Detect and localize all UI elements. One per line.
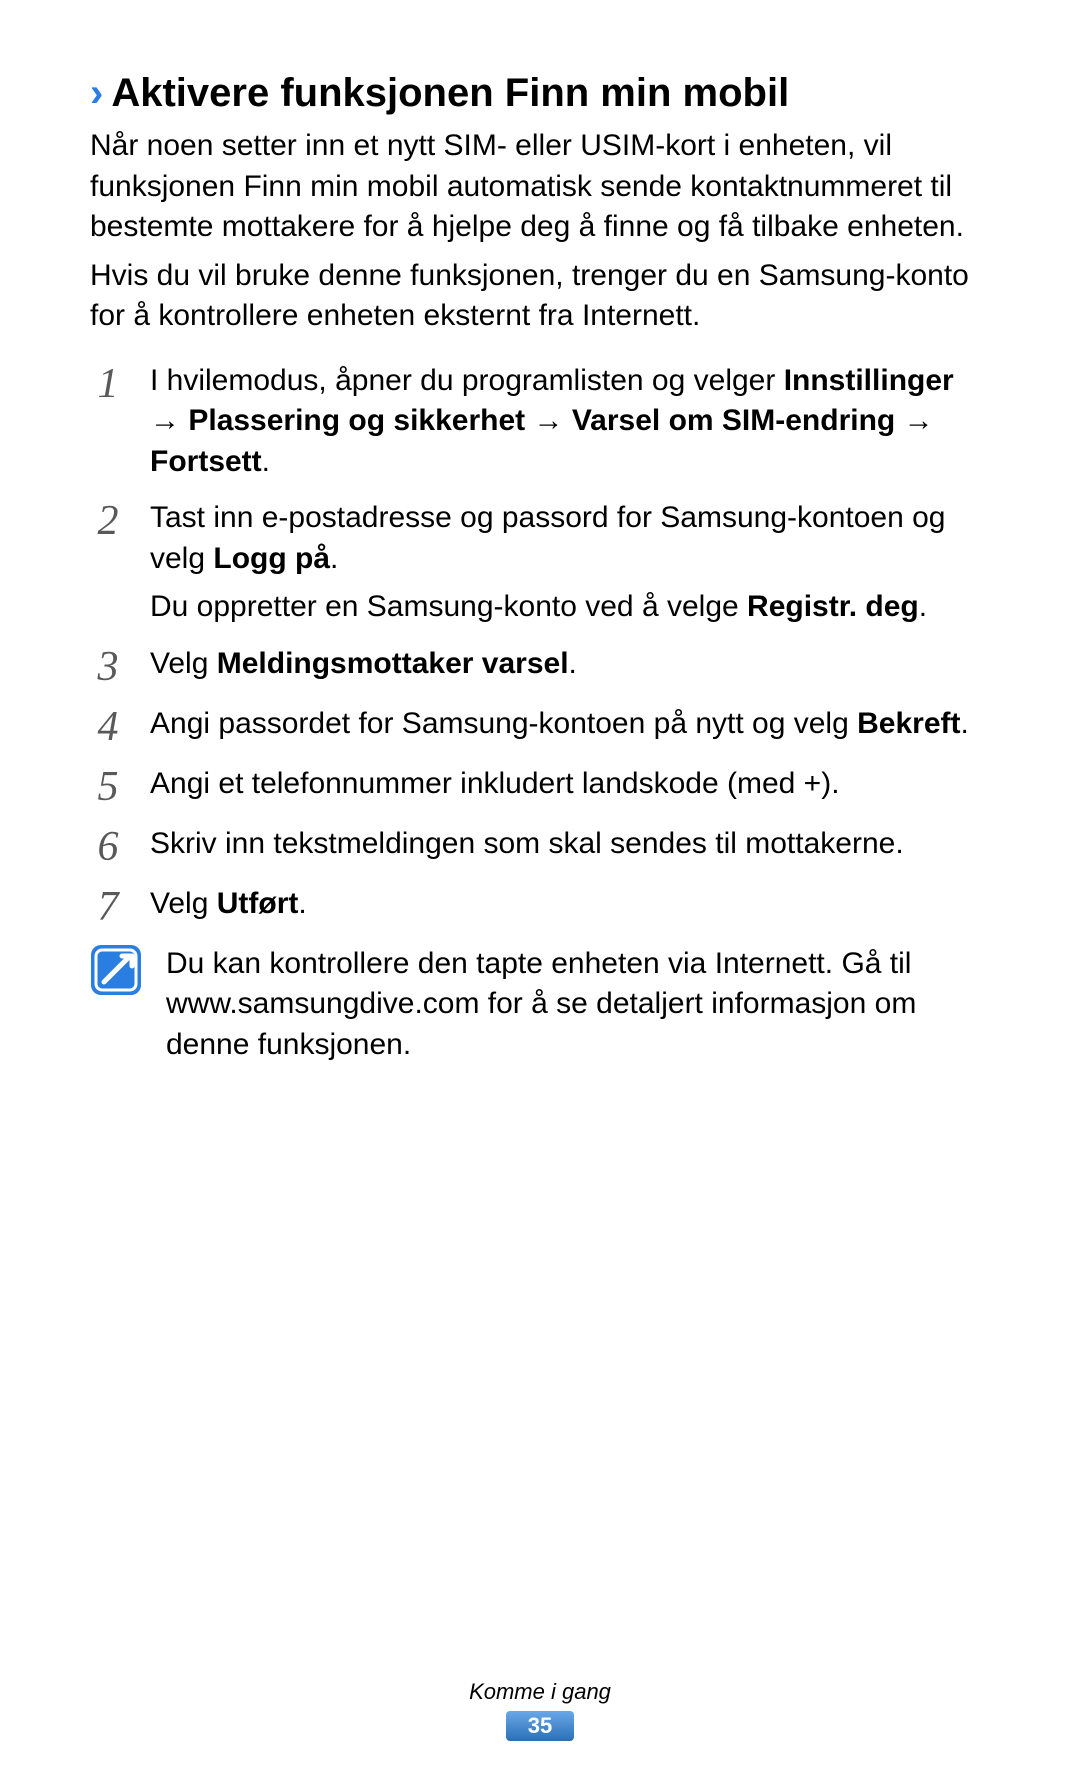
step-number: 1 [90,363,126,405]
text-run: → [525,404,572,437]
bold-run: Varsel om SIM-endring [572,404,895,437]
text-run: Angi passordet for Samsung-kontoen på ny… [150,707,857,740]
text-run: → [895,404,933,437]
page-number-badge: 35 [506,1711,574,1741]
step-7: 7 Velg Utført. [90,884,990,928]
step-number: 7 [90,886,126,928]
bold-run: Bekreft [857,707,960,740]
bold-run: Utført [217,887,299,920]
note-text: Du kan kontrollere den tapte enheten via… [166,944,990,1066]
text-run: . [298,887,306,920]
step-1: 1 I hvilemodus, åpner du programlisten o… [90,361,990,483]
bold-run: Meldingsmottaker varsel [217,647,569,680]
step-body: Skriv inn tekstmeldingen som skal sendes… [150,824,990,865]
intro-block: Når noen setter inn et nytt SIM- eller U… [90,126,990,337]
step-number: 6 [90,826,126,868]
page-footer: Komme i gang 35 [0,1679,1080,1741]
step-3: 3 Velg Meldingsmottaker varsel. [90,644,990,688]
bold-run: Logg på [213,542,330,575]
step-number: 3 [90,646,126,688]
step-5: 5 Angi et telefonnummer inkludert landsk… [90,764,990,808]
intro-paragraph-1: Når noen setter inn et nytt SIM- eller U… [90,126,990,248]
bold-run: Fortsett [150,445,262,478]
text-run: . [330,542,338,575]
text-run: Du oppretter en Samsung-konto ved å velg… [150,590,747,623]
step-body: Velg Meldingsmottaker varsel. [150,644,990,685]
text-run: . [960,707,968,740]
note-icon [90,944,142,996]
step-body: Angi passordet for Samsung-kontoen på ny… [150,704,990,745]
text-run: . [262,445,270,478]
step-4: 4 Angi passordet for Samsung-kontoen på … [90,704,990,748]
step-6: 6 Skriv inn tekstmeldingen som skal send… [90,824,990,868]
text-run: Velg [150,887,217,920]
step-body: Tast inn e-postadresse og passord for Sa… [150,498,990,628]
steps-list: 1 I hvilemodus, åpner du programlisten o… [90,361,990,1066]
step-2: 2 Tast inn e-postadresse og passord for … [90,498,990,628]
text-run: Velg [150,647,217,680]
text-run: . [569,647,577,680]
text-run: . [919,590,927,623]
step-body: I hvilemodus, åpner du programlisten og … [150,361,990,483]
section-heading: Aktivere funksjonen Finn min mobil [111,70,789,116]
note-block: Du kan kontrollere den tapte enheten via… [90,944,990,1066]
bold-run: Plassering og sikkerhet [188,404,525,437]
bold-run: Innstillinger [784,364,954,397]
manual-page: › Aktivere funksjonen Finn min mobil Når… [0,0,1080,1771]
step-number: 5 [90,766,126,808]
intro-paragraph-2: Hvis du vil bruke denne funksjonen, tren… [90,256,990,337]
step-number: 2 [90,500,126,542]
bold-run: Registr. deg [747,590,919,623]
footer-section-title: Komme i gang [0,1679,1080,1705]
section-heading-row: › Aktivere funksjonen Finn min mobil [90,70,990,116]
text-run: I hvilemodus, åpner du programlisten og … [150,364,784,397]
step-body: Angi et telefonnummer inkludert landskod… [150,764,990,805]
text-run: → [150,404,188,437]
chevron-right-icon: › [90,73,103,113]
step-body: Velg Utført. [150,884,990,925]
step-number: 4 [90,706,126,748]
